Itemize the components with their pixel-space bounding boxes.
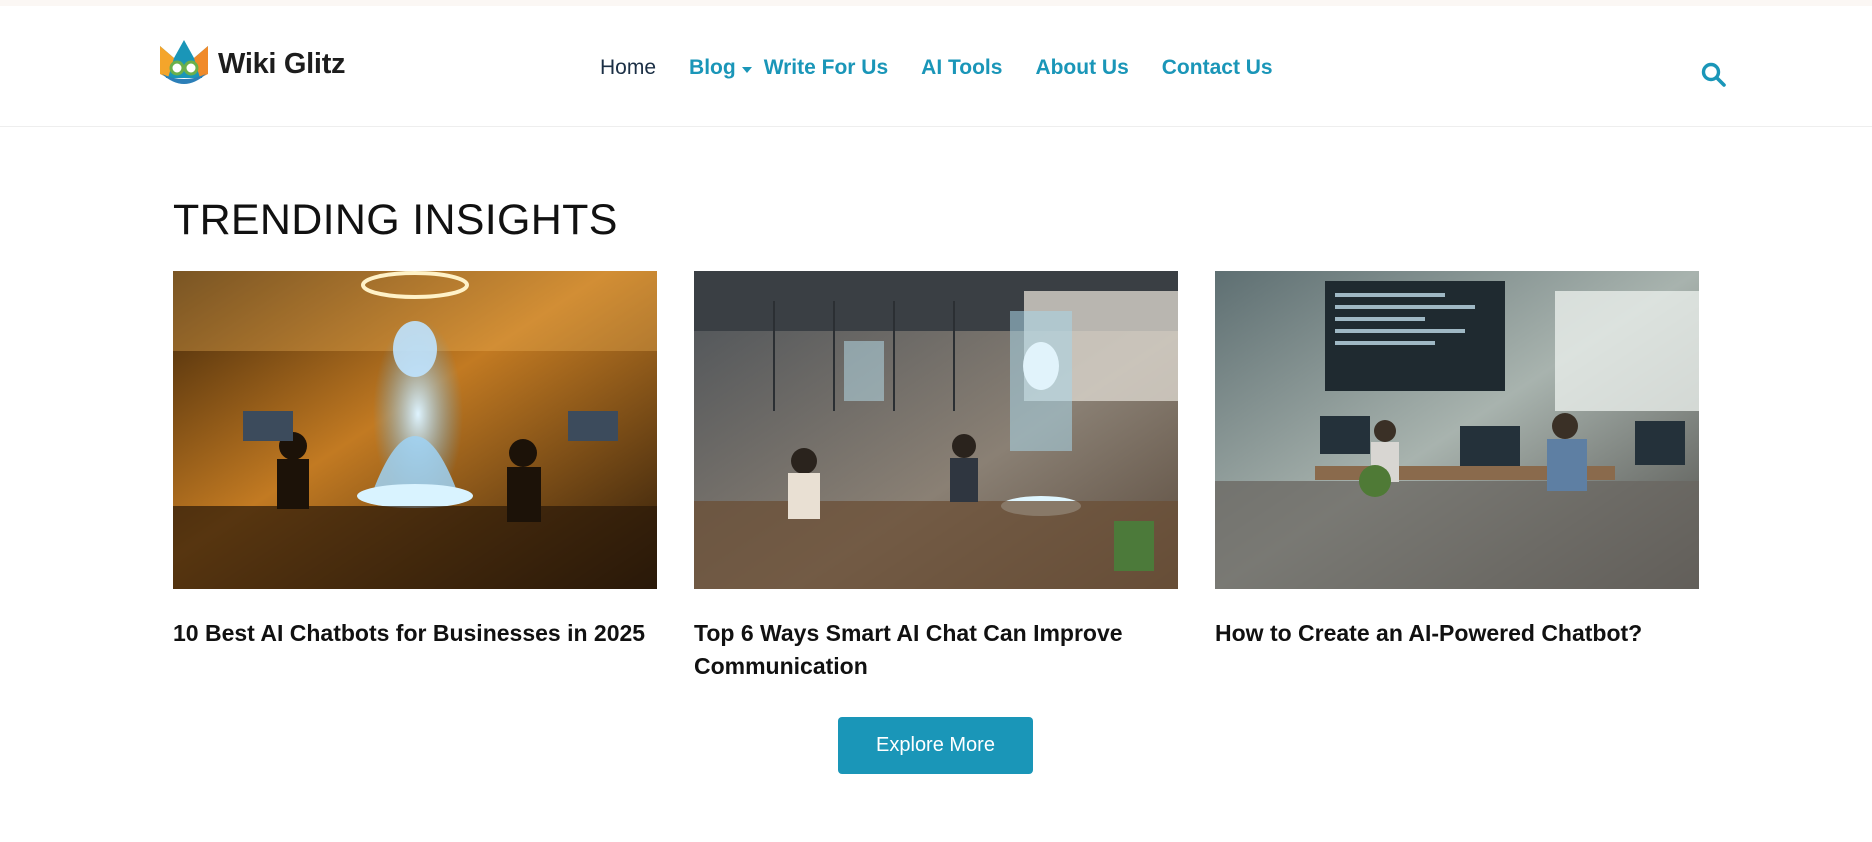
site-logo[interactable]: Wiki Glitz xyxy=(154,34,346,94)
post-card[interactable]: Top 6 Ways Smart AI Chat Can Improve Com… xyxy=(694,271,1178,683)
main-nav: Home Blog Write For Us AI Tools About Us… xyxy=(600,56,1273,80)
post-thumbnail[interactable] xyxy=(1215,271,1699,589)
site-header: Wiki Glitz Home Blog Write For Us AI Too… xyxy=(0,6,1872,127)
post-title[interactable]: How to Create an AI-Powered Chatbot? xyxy=(1215,617,1699,650)
post-title[interactable]: Top 6 Ways Smart AI Chat Can Improve Com… xyxy=(694,617,1178,683)
nav-blog-label: Blog xyxy=(689,56,736,79)
post-card[interactable]: How to Create an AI-Powered Chatbot? xyxy=(1215,271,1699,650)
nav-contact-us[interactable]: Contact Us xyxy=(1162,56,1273,80)
chevron-down-icon xyxy=(741,67,752,73)
post-card[interactable]: 10 Best AI Chatbots for Businesses in 20… xyxy=(173,271,657,650)
post-thumbnail[interactable] xyxy=(694,271,1178,589)
nav-ai-tools[interactable]: AI Tools xyxy=(921,56,1002,80)
nav-about-us[interactable]: About Us xyxy=(1035,56,1128,80)
logo-text: Wiki Glitz xyxy=(218,47,346,80)
section-title: TRENDING INSIGHTS xyxy=(173,196,618,244)
search-icon[interactable] xyxy=(1700,61,1728,89)
logo-mark-icon xyxy=(160,40,208,84)
post-thumbnail[interactable] xyxy=(173,271,657,589)
post-title[interactable]: 10 Best AI Chatbots for Businesses in 20… xyxy=(173,617,657,650)
nav-home[interactable]: Home xyxy=(600,56,656,80)
nav-blog[interactable]: Blog xyxy=(689,56,752,80)
nav-write-for-us[interactable]: Write For Us xyxy=(764,56,888,80)
explore-more-button[interactable]: Explore More xyxy=(838,717,1033,774)
